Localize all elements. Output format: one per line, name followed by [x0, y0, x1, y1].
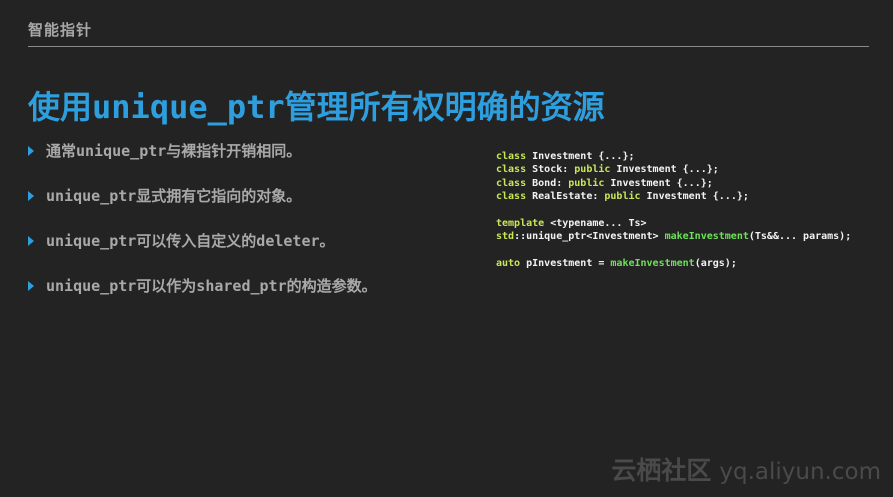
code-text: <typename... Ts> [544, 218, 647, 230]
code-line: class Stock: public Investment {...}; [496, 163, 851, 176]
watermark-url: yq.aliyun.com [719, 459, 881, 485]
bullet-text: unique_ptr显式拥有它指向的对象。 [46, 187, 302, 205]
bullet-text: unique_ptr可以传入自定义的deleter。 [46, 232, 335, 250]
list-item: 通常unique_ptr与裸指针开销相同。 [28, 140, 468, 185]
list-item: unique_ptr显式拥有它指向的对象。 [28, 185, 468, 230]
header-divider [28, 46, 869, 47]
code-keyword: std [496, 231, 515, 243]
triangle-bullet-icon [28, 191, 34, 201]
code-function: makeInvestment [664, 231, 749, 243]
code-line: class Investment {...}; [496, 150, 851, 163]
code-keyword: public [568, 177, 605, 189]
code-text: Bond: [526, 177, 569, 189]
section-title: 智能指针 [28, 21, 93, 39]
code-text: Stock: [526, 164, 575, 176]
code-text: (Ts&&... params); [748, 231, 852, 243]
slide: 智能指针 使用unique_ptr管理所有权明确的资源 通常unique_ptr… [0, 0, 893, 497]
list-item: unique_ptr可以传入自定义的deleter。 [28, 230, 468, 275]
code-function: makeInvestment [610, 258, 695, 270]
code-keyword: class [496, 151, 527, 162]
code-text: ::unique_ptr<Investment> [514, 231, 665, 243]
triangle-bullet-icon [28, 146, 34, 156]
triangle-bullet-icon [28, 281, 34, 291]
bullet-list: 通常unique_ptr与裸指针开销相同。 unique_ptr显式拥有它指向的… [28, 140, 468, 320]
bullet-text: unique_ptr可以作为shared_ptr的构造参数。 [46, 277, 377, 295]
code-keyword: public [574, 164, 611, 176]
watermark-brand: 云栖社区 [611, 456, 712, 485]
bullet-text: 通常unique_ptr与裸指针开销相同。 [46, 142, 302, 160]
code-text: Investment {...}; [604, 177, 713, 189]
code-line: class RealEstate: public Investment {...… [496, 190, 851, 203]
code-keyword: class [496, 177, 527, 189]
code-text: (args); [694, 258, 737, 270]
code-text: RealEstate: [526, 191, 605, 203]
code-line: class Bond: public Investment {...}; [496, 177, 851, 190]
code-text: Investment {...}; [640, 191, 749, 203]
code-keyword: template [496, 218, 545, 230]
list-item: unique_ptr可以作为shared_ptr的构造参数。 [28, 275, 468, 320]
code-keyword: auto [496, 258, 521, 270]
code-line: std::unique_ptr<Investment> makeInvestme… [496, 230, 851, 243]
watermark: 云栖社区 yq.aliyun.com [611, 451, 881, 487]
title-prefix: 使用 [28, 88, 93, 126]
code-block: class Investment {...}; class Stock: publ… [496, 150, 851, 271]
code-keyword: class [496, 164, 527, 176]
title-code: unique_ptr [92, 88, 285, 126]
code-line: template <typename... Ts> [496, 217, 851, 230]
code-keyword: public [604, 191, 641, 203]
code-line: auto pInvestment = makeInvestment(args); [496, 257, 851, 270]
code-text: Investment {...}; [526, 151, 635, 162]
slide-title: 使用unique_ptr管理所有权明确的资源 [28, 82, 605, 128]
code-text: Investment {...}; [610, 164, 719, 176]
code-text: pInvestment = [520, 258, 611, 270]
code-keyword: class [496, 191, 527, 203]
title-suffix: 管理所有权明确的资源 [284, 88, 605, 126]
triangle-bullet-icon [28, 236, 34, 246]
